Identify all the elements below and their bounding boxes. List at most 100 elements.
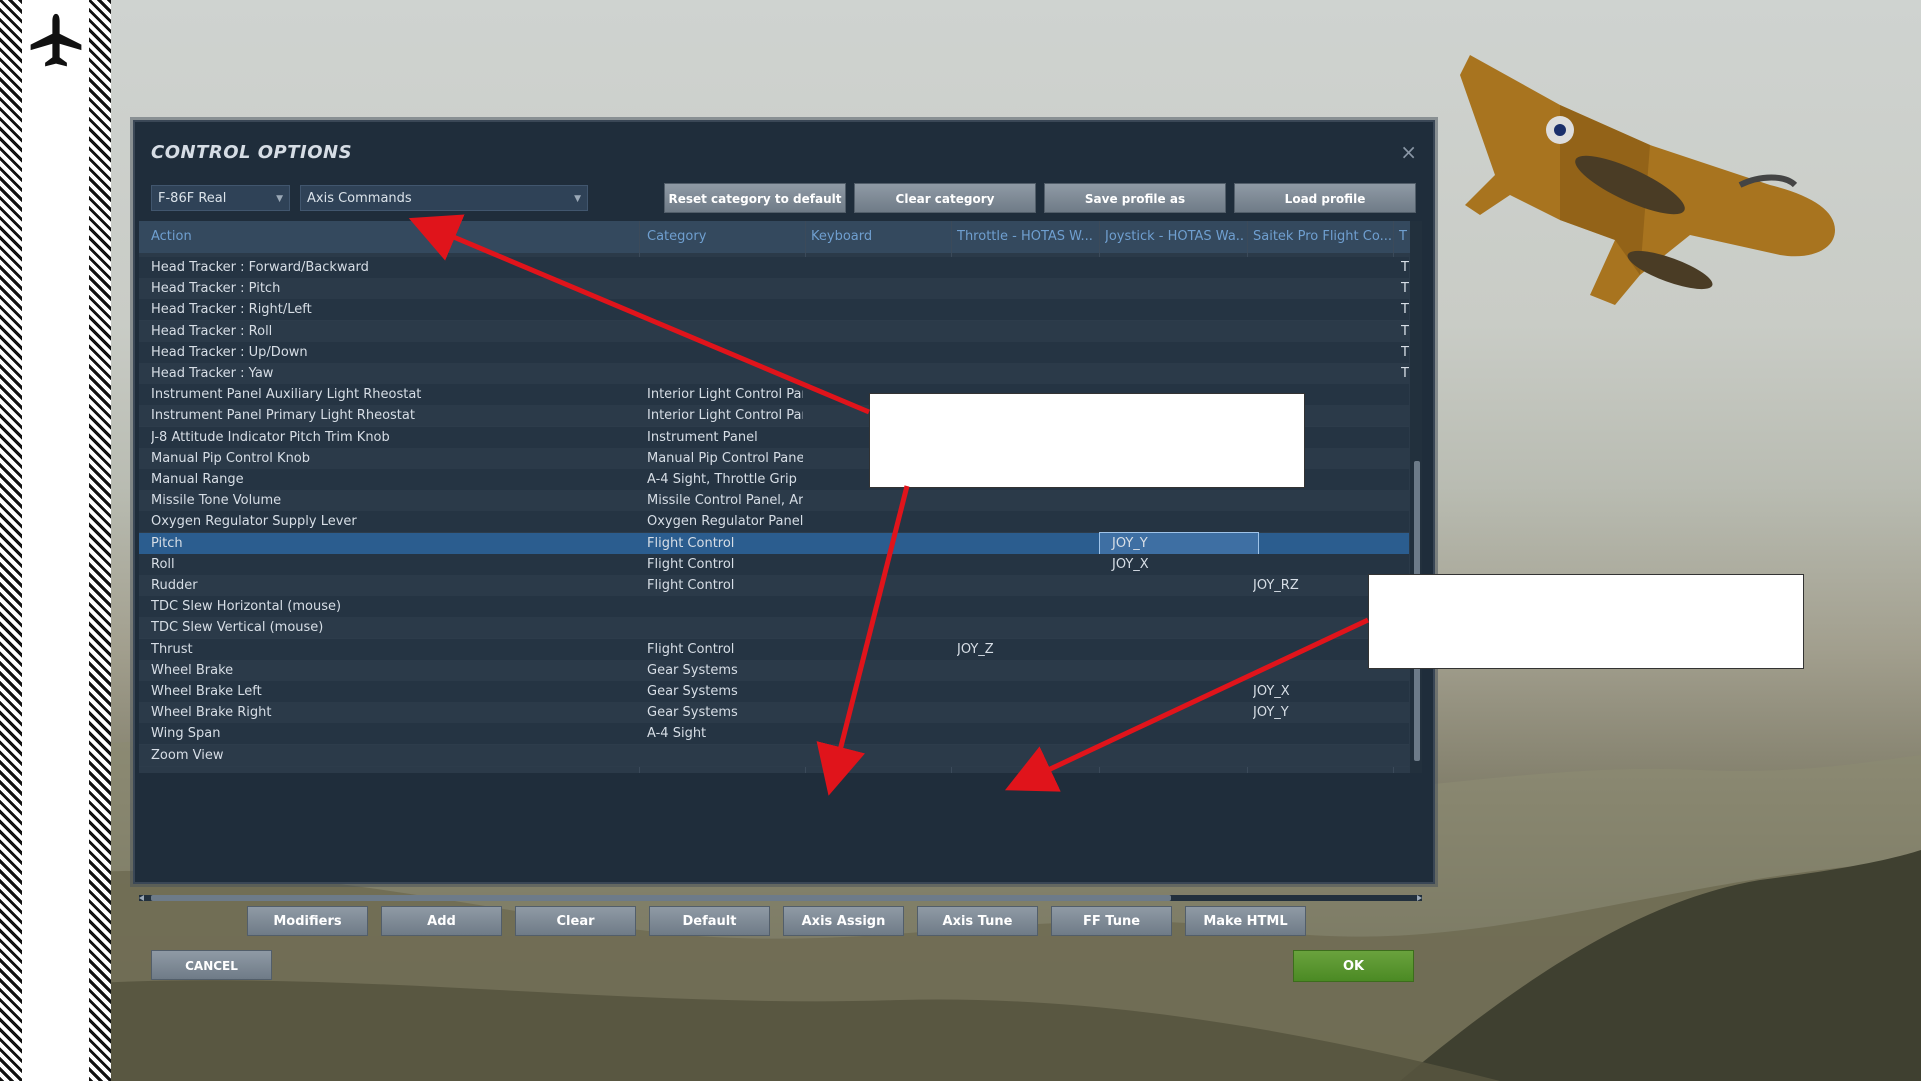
reset-category-button[interactable]: Reset category to default (664, 183, 846, 213)
cancel-button[interactable]: CANCEL (151, 950, 272, 980)
cell-throttle[interactable] (957, 321, 1097, 342)
cell-joystick[interactable] (1100, 681, 1258, 702)
table-row[interactable]: Wheel Brake Gear Systems (139, 659, 1409, 682)
make-html-button[interactable]: Make HTML (1185, 906, 1306, 936)
table-row[interactable]: Pitch Flight Control JOY_Y (139, 531, 1409, 555)
cell-throttle[interactable] (957, 575, 1097, 596)
cell-keyboard[interactable] (811, 511, 949, 532)
cell-saitek[interactable] (1253, 533, 1391, 554)
cell-throttle[interactable] (957, 363, 1097, 384)
cell-saitek[interactable] (1253, 511, 1391, 532)
cell-joystick[interactable] (1100, 257, 1258, 278)
cell-throttle[interactable] (957, 257, 1097, 278)
cell-category[interactable] (647, 596, 803, 617)
cell-saitek[interactable] (1253, 342, 1391, 363)
table-row[interactable]: Head Tracker : Yaw T (139, 363, 1409, 385)
cell-throttle[interactable]: JOY_Z (957, 639, 1097, 660)
cell-keyboard[interactable] (811, 596, 949, 617)
cell-category[interactable]: Oxygen Regulator Panel (647, 511, 803, 532)
cell-keyboard[interactable] (811, 257, 949, 278)
table-row[interactable]: Thrust Flight Control JOY_Z (139, 638, 1409, 661)
cell-keyboard[interactable] (811, 278, 949, 299)
cell-saitek[interactable] (1253, 363, 1391, 384)
cell-joystick[interactable] (1100, 299, 1258, 320)
cell-throttle[interactable] (957, 490, 1097, 511)
cell-joystick[interactable] (1100, 321, 1258, 342)
cell-throttle[interactable] (957, 723, 1097, 744)
cell-joystick[interactable] (1100, 511, 1258, 532)
horizontal-scrollbar[interactable] (139, 893, 1422, 903)
cell-saitek[interactable]: JOY_Y (1253, 702, 1391, 723)
cell-category[interactable]: Flight Control (647, 575, 803, 596)
cell-category[interactable]: Gear Systems (647, 660, 803, 681)
modifiers-button[interactable]: Modifiers (247, 906, 368, 936)
clear-category-button[interactable]: Clear category (854, 183, 1036, 213)
cell-category[interactable] (647, 321, 803, 342)
cell-keyboard[interactable] (811, 533, 949, 554)
aircraft-select[interactable]: F-86F Real ▼ (151, 185, 290, 211)
cell-category[interactable] (647, 745, 803, 766)
cell-category[interactable]: A-4 Sight, Throttle Grip (647, 469, 803, 490)
cell-throttle[interactable] (957, 299, 1097, 320)
cell-throttle[interactable] (957, 278, 1097, 299)
column-header-category[interactable]: Category (647, 221, 807, 253)
cell-category[interactable]: Interior Light Control Pane (647, 405, 803, 426)
table-row[interactable]: Zoom View (139, 744, 1409, 767)
cell-saitek[interactable] (1253, 257, 1391, 278)
load-profile-button[interactable]: Load profile (1234, 183, 1416, 213)
cell-keyboard[interactable] (811, 745, 949, 766)
cell-joystick[interactable] (1100, 363, 1258, 384)
column-header-action[interactable]: Action (151, 221, 631, 253)
cell-saitek[interactable] (1253, 490, 1391, 511)
cell-category[interactable]: Manual Pip Control Panel (647, 448, 803, 469)
ok-button[interactable]: OK (1293, 950, 1414, 982)
cell-category[interactable]: Instrument Panel (647, 427, 803, 448)
cell-keyboard[interactable] (811, 575, 949, 596)
cell-keyboard[interactable] (811, 617, 949, 638)
cell-throttle[interactable] (957, 702, 1097, 723)
cell-joystick[interactable] (1100, 660, 1258, 681)
table-row[interactable]: Head Tracker : Pitch T (139, 278, 1409, 301)
column-header-keyboard[interactable]: Keyboard (811, 221, 951, 253)
cell-saitek[interactable] (1253, 745, 1391, 766)
cell-joystick[interactable] (1100, 745, 1258, 766)
cell-keyboard[interactable] (811, 639, 949, 660)
ff-tune-button[interactable]: FF Tune (1051, 906, 1172, 936)
table-row[interactable]: Roll Flight Control JOY_X (139, 553, 1409, 576)
cell-keyboard[interactable] (811, 321, 949, 342)
cell-joystick[interactable] (1100, 596, 1258, 617)
cell-throttle[interactable] (957, 617, 1097, 638)
cell-keyboard[interactable] (811, 554, 949, 575)
cell-category[interactable]: Missile Control Panel, Arm (647, 490, 803, 511)
category-select[interactable]: Axis Commands ▼ (300, 185, 588, 211)
cell-category[interactable] (647, 617, 803, 638)
cell-keyboard[interactable] (811, 342, 949, 363)
cell-throttle[interactable] (957, 342, 1097, 363)
cell-keyboard[interactable] (811, 363, 949, 384)
cell-throttle[interactable] (957, 745, 1097, 766)
cell-joystick[interactable] (1100, 617, 1258, 638)
column-header-saitek[interactable]: Saitek Pro Flight Co... (1253, 221, 1393, 253)
table-row[interactable]: TDC Slew Horizontal (mouse) (139, 596, 1409, 619)
clear-button[interactable]: Clear (515, 906, 636, 936)
default-button[interactable]: Default (649, 906, 770, 936)
cell-joystick[interactable] (1100, 490, 1258, 511)
cell-category[interactable]: Interior Light Control Pane (647, 384, 803, 405)
cell-category[interactable]: Flight Control (647, 639, 803, 660)
vertical-scrollbar[interactable] (1410, 221, 1422, 773)
cell-saitek[interactable] (1253, 723, 1391, 744)
table-row[interactable]: Wing Span A-4 Sight (139, 723, 1409, 746)
cell-throttle[interactable] (957, 596, 1097, 617)
cell-category[interactable] (647, 257, 803, 278)
cell-throttle[interactable] (957, 554, 1097, 575)
column-header-throttle[interactable]: Throttle - HOTAS W... (957, 221, 1097, 253)
add-button[interactable]: Add (381, 906, 502, 936)
table-row[interactable]: Head Tracker : Right/Left T (139, 299, 1409, 322)
cell-keyboard[interactable] (811, 660, 949, 681)
table-row[interactable]: Head Tracker : Roll T (139, 320, 1409, 343)
table-row[interactable]: Head Tracker : Forward/Backward T (139, 257, 1409, 279)
cell-category[interactable] (647, 363, 803, 384)
cell-throttle[interactable] (957, 511, 1097, 532)
cell-category[interactable]: Flight Control (647, 554, 803, 575)
close-icon[interactable]: × (1400, 140, 1417, 164)
